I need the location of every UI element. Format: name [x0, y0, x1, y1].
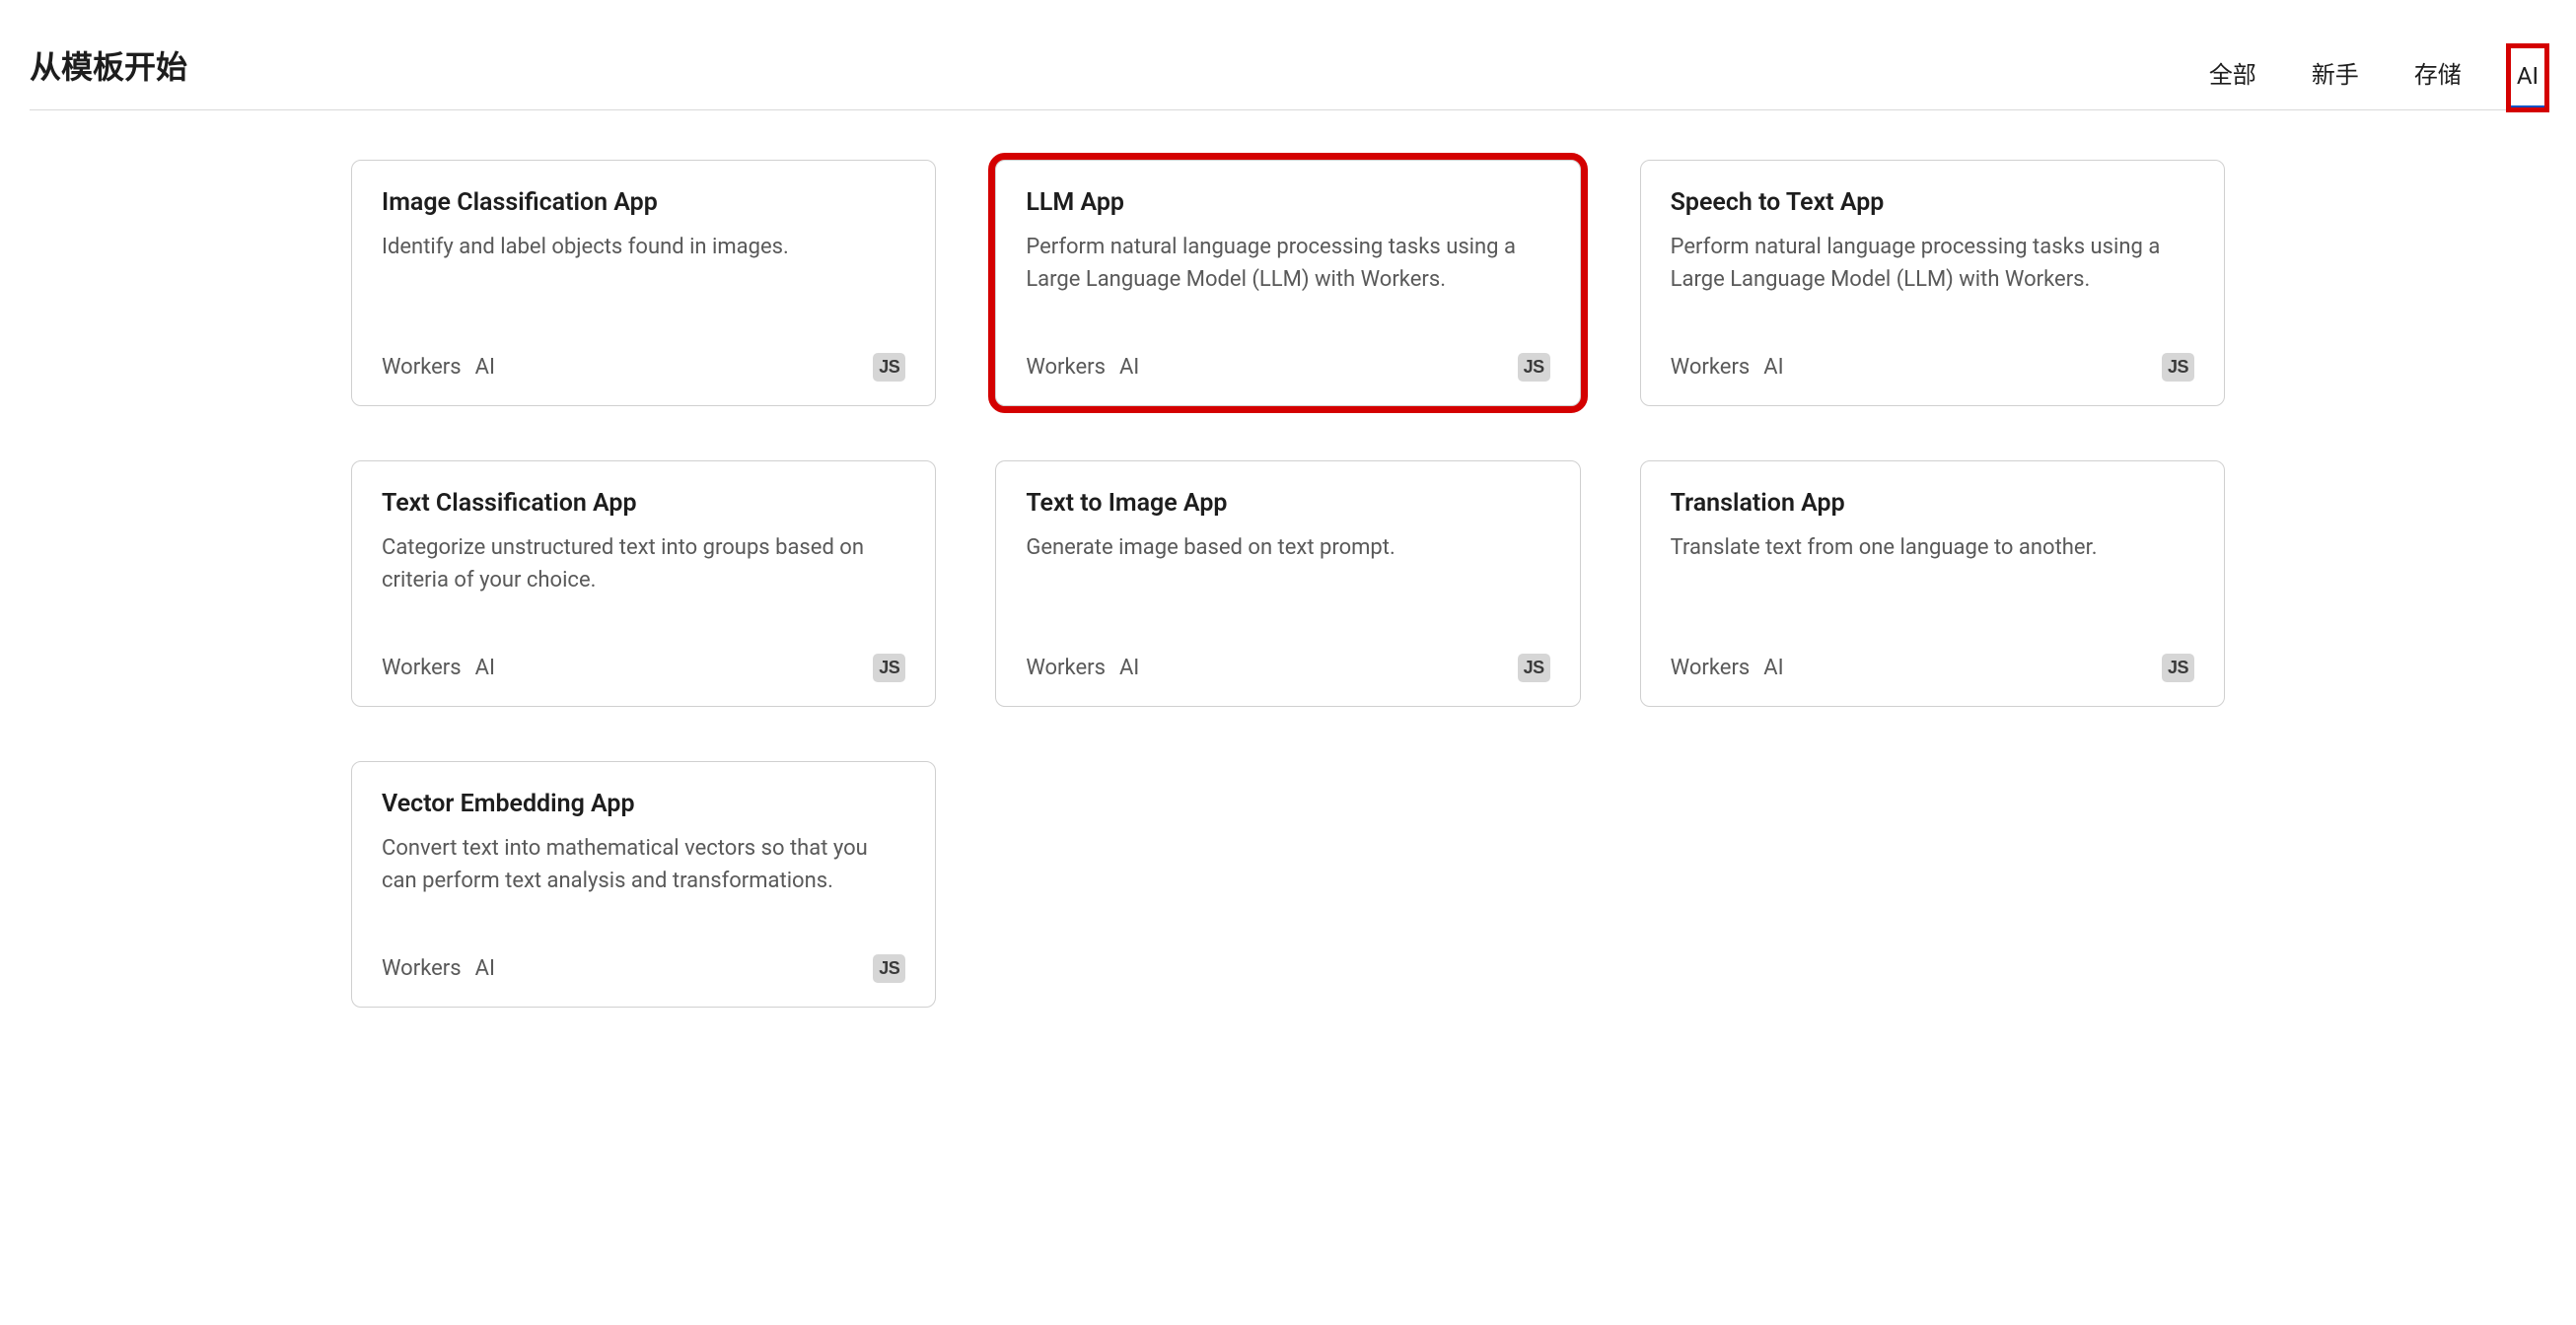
- card-tags: Workers AI: [1671, 355, 1784, 380]
- template-grid: Image Classification App Identify and la…: [322, 160, 2254, 1008]
- tag-ai: AI: [1119, 355, 1139, 380]
- card-description: Generate image based on text prompt.: [1026, 531, 1549, 634]
- card-title: Translation App: [1671, 489, 2194, 518]
- tab-storage[interactable]: 存储: [2406, 39, 2469, 109]
- card-description: Identify and label objects found in imag…: [382, 231, 905, 333]
- card-footer: Workers AI JS: [1026, 654, 1549, 682]
- card-title: Image Classification App: [382, 188, 905, 217]
- card-footer: Workers AI JS: [382, 654, 905, 682]
- tag-workers: Workers: [1026, 656, 1106, 680]
- tag-ai: AI: [475, 355, 495, 380]
- tab-all[interactable]: 全部: [2201, 39, 2264, 109]
- tag-workers: Workers: [1671, 355, 1751, 380]
- card-tags: Workers AI: [1026, 355, 1139, 380]
- tag-ai: AI: [1763, 355, 1783, 380]
- card-tags: Workers AI: [1026, 656, 1139, 680]
- page-header: 从模板开始 全部 新手 存储 AI: [30, 39, 2546, 110]
- card-tags: Workers AI: [382, 355, 495, 380]
- card-footer: Workers AI JS: [382, 954, 905, 983]
- card-title: LLM App: [1026, 188, 1549, 217]
- tag-ai: AI: [1119, 656, 1139, 680]
- js-badge-icon: JS: [873, 654, 905, 682]
- js-badge-icon: JS: [1518, 353, 1550, 382]
- card-description: Perform natural language processing task…: [1026, 231, 1549, 333]
- tag-ai: AI: [1763, 656, 1783, 680]
- js-badge-icon: JS: [2162, 654, 2194, 682]
- template-card-text-to-image[interactable]: Text to Image App Generate image based o…: [995, 460, 1580, 707]
- card-description: Categorize unstructured text into groups…: [382, 531, 905, 634]
- tab-beginner[interactable]: 新手: [2304, 39, 2367, 109]
- card-footer: Workers AI JS: [382, 353, 905, 382]
- js-badge-icon: JS: [873, 954, 905, 983]
- card-title: Text to Image App: [1026, 489, 1549, 518]
- card-description: Translate text from one language to anot…: [1671, 531, 2194, 634]
- card-footer: Workers AI JS: [1671, 654, 2194, 682]
- card-title: Speech to Text App: [1671, 188, 2194, 217]
- tabs-container: 全部 新手 存储 AI: [2201, 39, 2546, 109]
- js-badge-icon: JS: [873, 353, 905, 382]
- tag-workers: Workers: [1026, 355, 1106, 380]
- tag-ai: AI: [475, 956, 495, 981]
- card-title: Vector Embedding App: [382, 790, 905, 818]
- card-footer: Workers AI JS: [1026, 353, 1549, 382]
- tag-workers: Workers: [382, 956, 462, 981]
- card-tags: Workers AI: [382, 956, 495, 981]
- template-card-text-classification[interactable]: Text Classification App Categorize unstr…: [351, 460, 936, 707]
- card-title: Text Classification App: [382, 489, 905, 518]
- tab-ai[interactable]: AI: [2509, 46, 2546, 109]
- card-tags: Workers AI: [382, 656, 495, 680]
- card-footer: Workers AI JS: [1671, 353, 2194, 382]
- tag-workers: Workers: [382, 656, 462, 680]
- tag-ai: AI: [475, 656, 495, 680]
- template-card-translation[interactable]: Translation App Translate text from one …: [1640, 460, 2225, 707]
- js-badge-icon: JS: [1518, 654, 1550, 682]
- template-card-speech-to-text[interactable]: Speech to Text App Perform natural langu…: [1640, 160, 2225, 406]
- card-tags: Workers AI: [1671, 656, 1784, 680]
- template-card-vector-embedding[interactable]: Vector Embedding App Convert text into m…: [351, 761, 936, 1008]
- js-badge-icon: JS: [2162, 353, 2194, 382]
- page-title: 从模板开始: [30, 42, 187, 107]
- card-description: Perform natural language processing task…: [1671, 231, 2194, 333]
- card-description: Convert text into mathematical vectors s…: [382, 832, 905, 935]
- template-card-image-classification[interactable]: Image Classification App Identify and la…: [351, 160, 936, 406]
- tag-workers: Workers: [1671, 656, 1751, 680]
- tag-workers: Workers: [382, 355, 462, 380]
- template-card-llm[interactable]: LLM App Perform natural language process…: [995, 160, 1580, 406]
